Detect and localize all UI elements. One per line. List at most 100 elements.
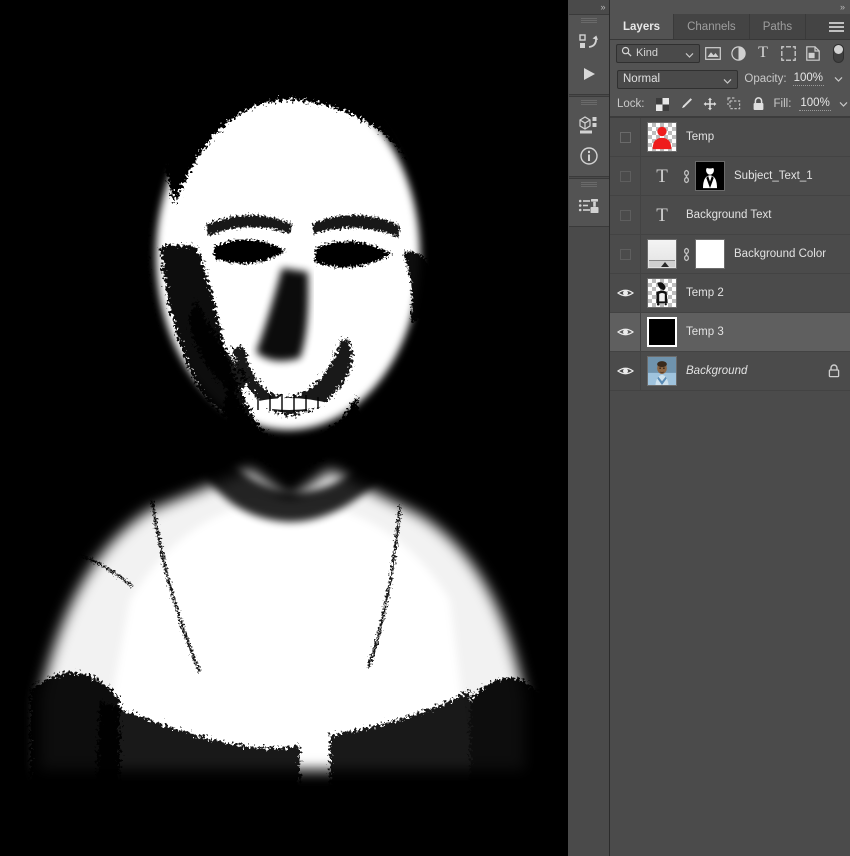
3d-icon[interactable] [569,108,609,140]
tab-channels[interactable]: Channels [674,14,750,39]
lock-position-icon[interactable] [703,96,718,112]
layer-thumbnail-temp-3[interactable] [647,317,677,347]
layer-locked-icon[interactable] [828,364,840,378]
layer-visibility-toggle[interactable] [610,196,641,234]
layer-thumbnails [641,122,677,152]
layer-thumbnails: T [641,161,725,191]
lock-row: Lock: Fill: 100% [610,92,850,117]
layer-mask-thumbnail-subject[interactable] [695,161,725,191]
layer-name[interactable]: Subject_Text_1 [734,170,850,182]
lock-all-icon[interactable] [751,96,766,112]
lock-buttons [655,96,766,112]
filter-toggle-switch[interactable] [833,43,844,63]
eye-icon [616,328,634,336]
layer-name[interactable]: Temp 2 [686,287,850,299]
layer-name[interactable]: Temp 3 [686,326,850,338]
panel-menu-button[interactable] [829,14,844,40]
visibility-off-icon [619,209,631,221]
mask-link-icon[interactable] [681,169,691,184]
lock-artboard-nesting-icon[interactable] [727,96,742,112]
panel-tab-bar: Layers Channels Paths [610,14,850,40]
lock-label: Lock: [617,98,645,110]
filter-type-icons: T [705,43,844,63]
dock-collapse-button[interactable]: » [568,0,610,14]
smart-object-filter-icon[interactable] [805,44,821,62]
layer-visibility-toggle[interactable] [610,118,641,156]
layer-thumbnails [641,278,677,308]
red-silhouette-icon [652,126,672,150]
table-row[interactable]: Background Color [610,235,850,274]
layer-visibility-toggle[interactable] [610,313,641,351]
layer-thumbnail-background[interactable] [647,356,677,386]
blend-mode-select[interactable]: Normal [617,69,739,89]
visibility-off-icon [619,131,631,143]
layer-filter-row: Kind T [610,40,850,66]
dock-group-actions [568,14,609,95]
layer-thumbnails [641,317,677,347]
opacity-value[interactable]: 100% [792,72,824,86]
visibility-off-icon [619,170,631,182]
layer-visibility-toggle[interactable] [610,274,641,312]
mask-link-icon[interactable] [681,247,691,262]
black-figure-icon [656,282,668,306]
layer-name[interactable]: Temp [686,131,850,143]
dock-grip[interactable] [580,100,597,106]
layer-thumbnails: T [641,206,677,225]
layer-thumbnail-temp[interactable] [647,122,677,152]
layer-name[interactable]: Background Color [734,248,850,260]
pixel-layer-filter-icon[interactable] [705,44,721,62]
lock-image-pixels-icon[interactable] [679,96,694,112]
clone-source-icon[interactable] [569,190,609,222]
info-icon[interactable] [569,140,609,172]
eye-icon [616,289,634,297]
layer-name[interactable]: Background [686,365,828,377]
fill-value[interactable]: 100% [799,97,831,111]
table-row[interactable]: Temp 2 [610,274,850,313]
layer-thumbnails [641,239,725,269]
type-layer-filter-icon[interactable]: T [755,44,771,62]
tab-channels-label: Channels [687,20,736,33]
layer-visibility-toggle[interactable] [610,157,641,195]
lock-transparent-pixels-icon[interactable] [655,96,670,112]
actions-icon[interactable] [569,26,609,58]
dock-grip[interactable] [580,182,597,188]
document-canvas[interactable] [0,0,568,856]
photoshop-window: » » Layers Channels Paths Kind T Normal … [0,0,850,856]
dock-grip[interactable] [580,18,597,24]
filter-kind-select[interactable]: Kind [616,43,700,63]
icon-dock: » [568,0,610,856]
table-row[interactable]: T Background Text [610,196,850,235]
tab-layers-label: Layers [623,20,661,33]
figure-mask-icon [696,162,724,190]
layer-name[interactable]: Background Text [686,209,850,221]
table-row[interactable]: Temp 3 [610,313,850,352]
type-layer-icon[interactable]: T [647,167,677,186]
fill-label: Fill: [773,98,792,110]
chevron-down-icon [723,76,732,88]
filter-kind-value: Kind [636,47,659,59]
panel-collapse-button[interactable]: » [610,0,850,14]
opacity-chevron-down-icon[interactable] [834,70,843,88]
tab-paths[interactable]: Paths [749,14,807,39]
layer-list[interactable]: Temp T Subject_Text_1 T Background Text … [610,117,850,856]
shape-layer-filter-icon[interactable] [780,44,796,62]
black-fill-icon [649,319,675,345]
table-row[interactable]: T Subject_Text_1 [610,157,850,196]
adjustment-layer-filter-icon[interactable] [730,44,746,62]
tab-layers[interactable]: Layers [610,14,675,39]
layer-thumbnail-temp-2[interactable] [647,278,677,308]
type-layer-icon[interactable]: T [647,206,677,225]
white-mask-icon [696,240,724,268]
adjustment-layer-thumbnail[interactable] [647,239,677,269]
blend-mode-row: Normal Opacity: 100% [610,66,850,92]
opacity-label: Opacity: [744,73,787,85]
fill-chevron-down-icon[interactable] [839,95,848,113]
table-row[interactable]: Temp [610,118,850,157]
layer-mask-thumbnail-background-color[interactable] [695,239,725,269]
layer-visibility-toggle[interactable] [610,352,641,390]
table-row[interactable]: Background [610,352,850,391]
dock-group-clone-source [568,178,609,227]
layer-visibility-toggle[interactable] [610,235,641,273]
chevron-down-icon [685,50,694,62]
play-icon[interactable] [569,58,609,90]
